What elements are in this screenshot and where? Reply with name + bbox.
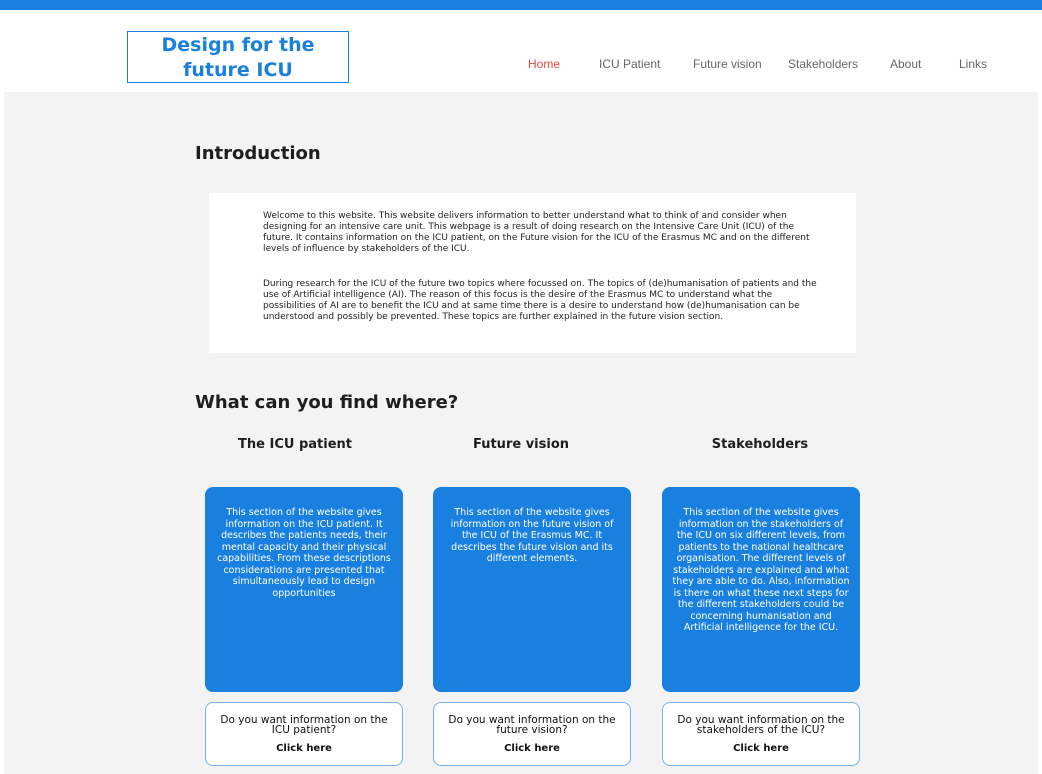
page-edge-left [0, 0, 4, 774]
icu-patient-description-card: This section of the website gives inform… [205, 487, 403, 692]
logo-line-1: Design for the [161, 34, 315, 56]
top-accent-bar [0, 0, 1042, 10]
icu-patient-question: Do you want information on the ICU patie… [220, 714, 388, 736]
nav-future-vision[interactable]: Future vision [693, 57, 762, 71]
stakeholders-title: Stakeholders [711, 437, 809, 452]
future-vision-link-card[interactable]: Do you want information on the future vi… [433, 702, 631, 766]
icu-patient-title: The ICU patient [238, 437, 352, 452]
site-logo[interactable]: Design for the future ICU [127, 31, 349, 83]
future-vision-description: This section of the website gives inform… [450, 507, 614, 564]
future-vision-click-here[interactable]: Click here [434, 743, 630, 754]
site-header: Design for the future ICU Home ICU Patie… [4, 10, 1038, 92]
introduction-heading: Introduction [195, 143, 321, 164]
nav-about[interactable]: About [890, 57, 921, 71]
icu-patient-description: This section of the website gives inform… [217, 507, 391, 599]
intro-paragraph-1: Welcome to this website. This website de… [263, 211, 810, 254]
future-vision-question: Do you want information on the future vi… [448, 714, 616, 736]
stakeholders-link-card[interactable]: Do you want information on the stakehold… [662, 702, 860, 766]
stakeholders-description: This section of the website gives inform… [672, 507, 850, 633]
icu-patient-click-here[interactable]: Click here [206, 743, 402, 754]
nav-home[interactable]: Home [528, 57, 560, 71]
page-edge-right [1038, 0, 1042, 774]
nav-stakeholders[interactable]: Stakeholders [788, 57, 858, 71]
logo-line-2: future ICU [183, 59, 293, 81]
stakeholders-click-here[interactable]: Click here [663, 743, 859, 754]
nav-icu-patient[interactable]: ICU Patient [599, 57, 660, 71]
stakeholders-description-card: This section of the website gives inform… [662, 487, 860, 692]
icu-patient-link-card[interactable]: Do you want information on the ICU patie… [205, 702, 403, 766]
intro-paragraph-2: During research for the ICU of the futur… [263, 279, 817, 322]
nav-links[interactable]: Links [959, 57, 987, 71]
stakeholders-question: Do you want information on the stakehold… [677, 714, 845, 736]
what-where-heading: What can you find where? [195, 392, 459, 413]
future-vision-title: Future vision [472, 437, 570, 452]
future-vision-description-card: This section of the website gives inform… [433, 487, 631, 692]
introduction-panel: Welcome to this website. This website de… [209, 193, 856, 353]
